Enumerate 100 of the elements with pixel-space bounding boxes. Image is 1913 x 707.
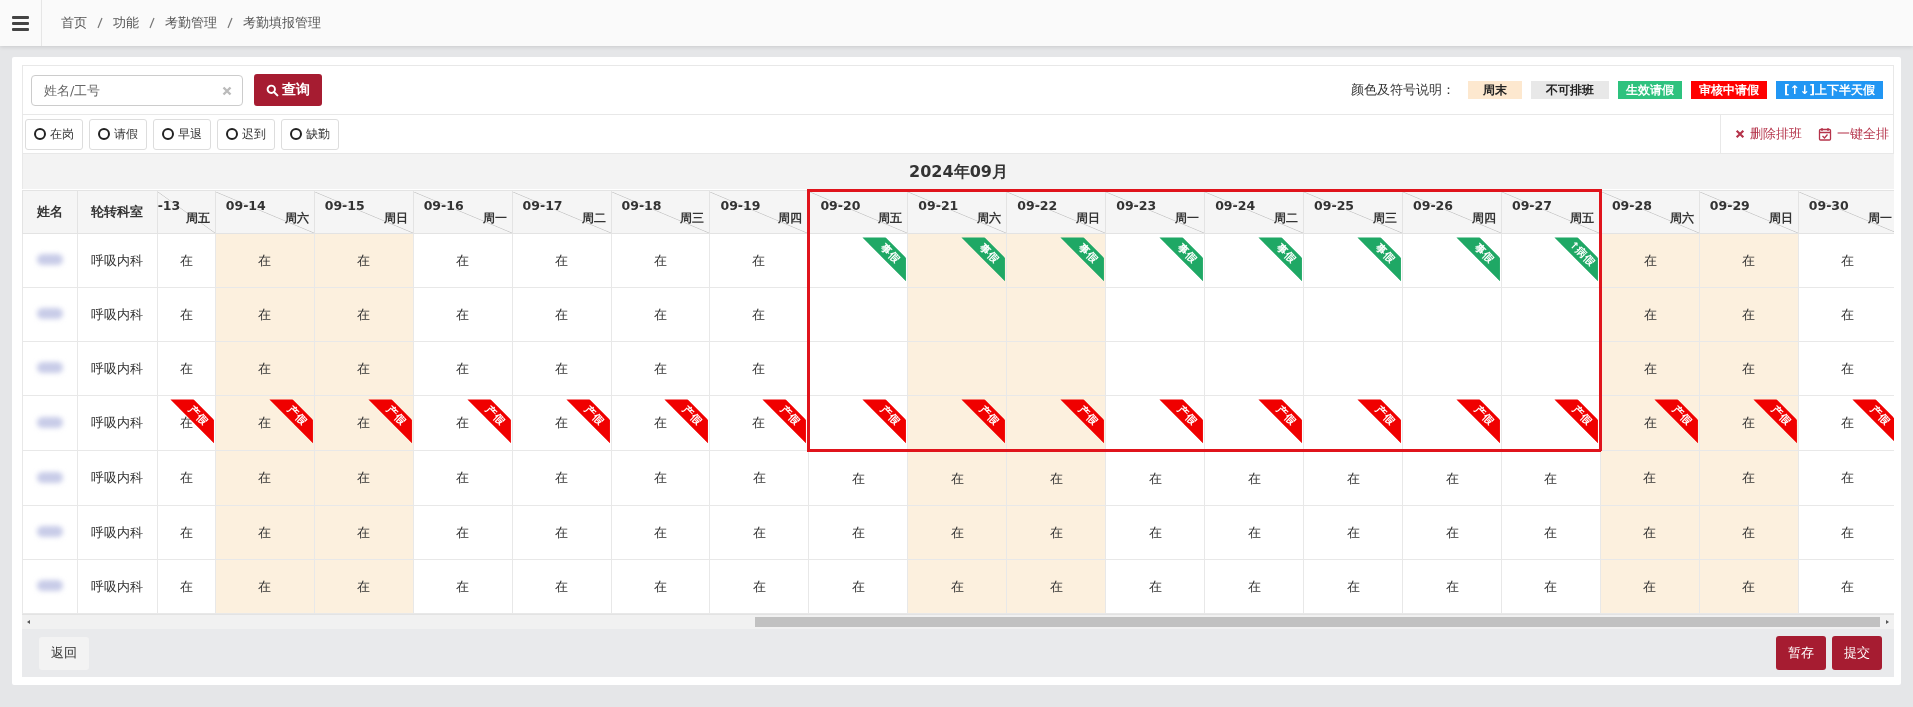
filter-radio[interactable]: 缺勤 (281, 118, 339, 150)
table-cell: 在 (907, 505, 1007, 560)
table-cell: 在 (1501, 559, 1601, 614)
blurred-name (37, 362, 64, 373)
breadcrumb-link[interactable]: 功能 (113, 14, 139, 32)
table-cell: 在 (512, 559, 612, 614)
table-cell: 在 (1699, 287, 1799, 342)
day-header: 09-24 周二 (1205, 192, 1304, 233)
table-cell: 在 (611, 505, 710, 560)
table-cell: 在 (512, 287, 612, 342)
day-header: 09-27 周五 (1501, 192, 1599, 233)
table-cell: 在 (1699, 505, 1799, 560)
calendar-icon (1818, 127, 1832, 141)
table-cell: 在 (611, 341, 710, 396)
day-header: 09-29 周日 (1699, 191, 1798, 233)
delete-schedule-link[interactable]: 删除排班 (1735, 125, 1802, 143)
table-cell: 在 (709, 450, 809, 506)
save-draft-button[interactable]: 暂存 (1776, 636, 1826, 670)
table-cell: 在 (1841, 415, 1855, 430)
table-cell: 在 (314, 559, 414, 614)
scroll-right-icon[interactable] (1884, 619, 1890, 625)
table-cell: 在 (1105, 505, 1205, 560)
blurred-name (37, 416, 64, 428)
table-cell: 在 (808, 559, 908, 614)
day-header: 09-19 周四 (710, 191, 808, 233)
table-cell: 在 (1600, 505, 1700, 560)
table-cell: 呼吸内科 (77, 287, 158, 342)
table-cell: 在 (709, 559, 809, 614)
table-cell: 在 (1501, 450, 1601, 506)
filter-radio[interactable]: 请假 (89, 118, 147, 150)
breadcrumb-link[interactable]: 首页 (61, 14, 87, 32)
table-cell: 在 (1303, 505, 1403, 560)
day-header: 09-21 周六 (908, 192, 1007, 233)
table-cell: 在 (413, 450, 513, 506)
breadcrumb-separator (149, 17, 155, 29)
table-cell: 在 (1402, 450, 1502, 506)
close-icon (1735, 129, 1745, 139)
table-cell: 在 (215, 341, 315, 396)
table-cell: 在 (611, 559, 710, 614)
table-cell: 在 (215, 505, 315, 560)
legend-tag: [↑↓]上下半天假 (1775, 81, 1883, 99)
table-cell: 在 (611, 233, 710, 288)
breadcrumb-separator (97, 17, 103, 29)
table-cell: 在 (413, 559, 513, 614)
table-cell: 在 (157, 505, 216, 560)
filter-radio[interactable]: 在岗 (25, 118, 83, 150)
table-cell: 在 (157, 559, 216, 614)
table-cell: 在 (1105, 559, 1205, 614)
schedule-all-link[interactable]: 一键全排 (1818, 125, 1889, 143)
breadcrumb-link[interactable]: 考勤填报管理 (243, 14, 321, 32)
search-icon (266, 83, 279, 97)
table-cell: 在 (1006, 559, 1106, 614)
table-cell: 呼吸内科 (77, 341, 158, 396)
table-cell: 呼吸内科 (77, 233, 158, 288)
table-cell: 在 (1699, 341, 1799, 396)
table-cell: 在 (1501, 505, 1601, 560)
table-cell: 在 (1006, 505, 1106, 560)
table-cell: 在 (1699, 559, 1799, 614)
filter-radio[interactable]: 早退 (153, 118, 211, 150)
table-cell: 在 (1600, 287, 1700, 342)
table-cell: 呼吸内科 (77, 559, 158, 614)
submit-button[interactable]: 提交 (1832, 636, 1882, 670)
table-cell: 在 (512, 341, 612, 396)
table-cell: 在 (215, 450, 315, 506)
table-cell: 在 (512, 233, 612, 288)
table-cell: 在 (413, 505, 513, 560)
table-cell: 在 (314, 341, 414, 396)
table-cell: 在 (1699, 233, 1799, 288)
search-button[interactable]: 查询 (254, 74, 322, 106)
column-header: 轮转科室 (77, 190, 158, 234)
filter-radio[interactable]: 迟到 (217, 118, 275, 150)
table-cell: 在 (1699, 450, 1799, 506)
table-cell: 在 (1402, 505, 1502, 560)
day-header: 09-16 周一 (413, 191, 512, 233)
table-cell: 在 (215, 233, 315, 288)
table-cell: 在 (314, 233, 414, 288)
back-button[interactable]: 返回 (39, 636, 89, 670)
table-cell: 在 (413, 341, 513, 396)
table-cell: 在 (907, 559, 1007, 614)
day-header: 09-22 周日 (1007, 192, 1106, 233)
table-cell: 在 (314, 287, 414, 342)
day-header: 09-25 周三 (1304, 192, 1403, 233)
table-cell: 在 (1204, 450, 1304, 506)
scrollbar[interactable] (22, 614, 1894, 629)
legend-tag: 生效请假 (1617, 81, 1682, 99)
blurred-name (37, 254, 64, 265)
table-cell: 呼吸内科 (77, 505, 158, 560)
table-cell: 在 (314, 505, 414, 560)
table-cell: 在 (654, 415, 667, 430)
blurred-name (37, 471, 64, 483)
table-cell: 在 (1105, 450, 1205, 506)
scroll-left-icon[interactable] (26, 619, 32, 625)
blurred-name (37, 580, 64, 591)
table-cell: 在 (314, 450, 414, 506)
breadcrumb-link[interactable]: 考勤管理 (165, 14, 217, 32)
table-cell: 在 (413, 287, 513, 342)
legend-tag: 不可排班 (1530, 81, 1609, 99)
table-cell: 在 (157, 287, 216, 342)
search-field[interactable]: 姓名/工号 (31, 74, 243, 106)
table-cell: 在 (1006, 450, 1106, 506)
